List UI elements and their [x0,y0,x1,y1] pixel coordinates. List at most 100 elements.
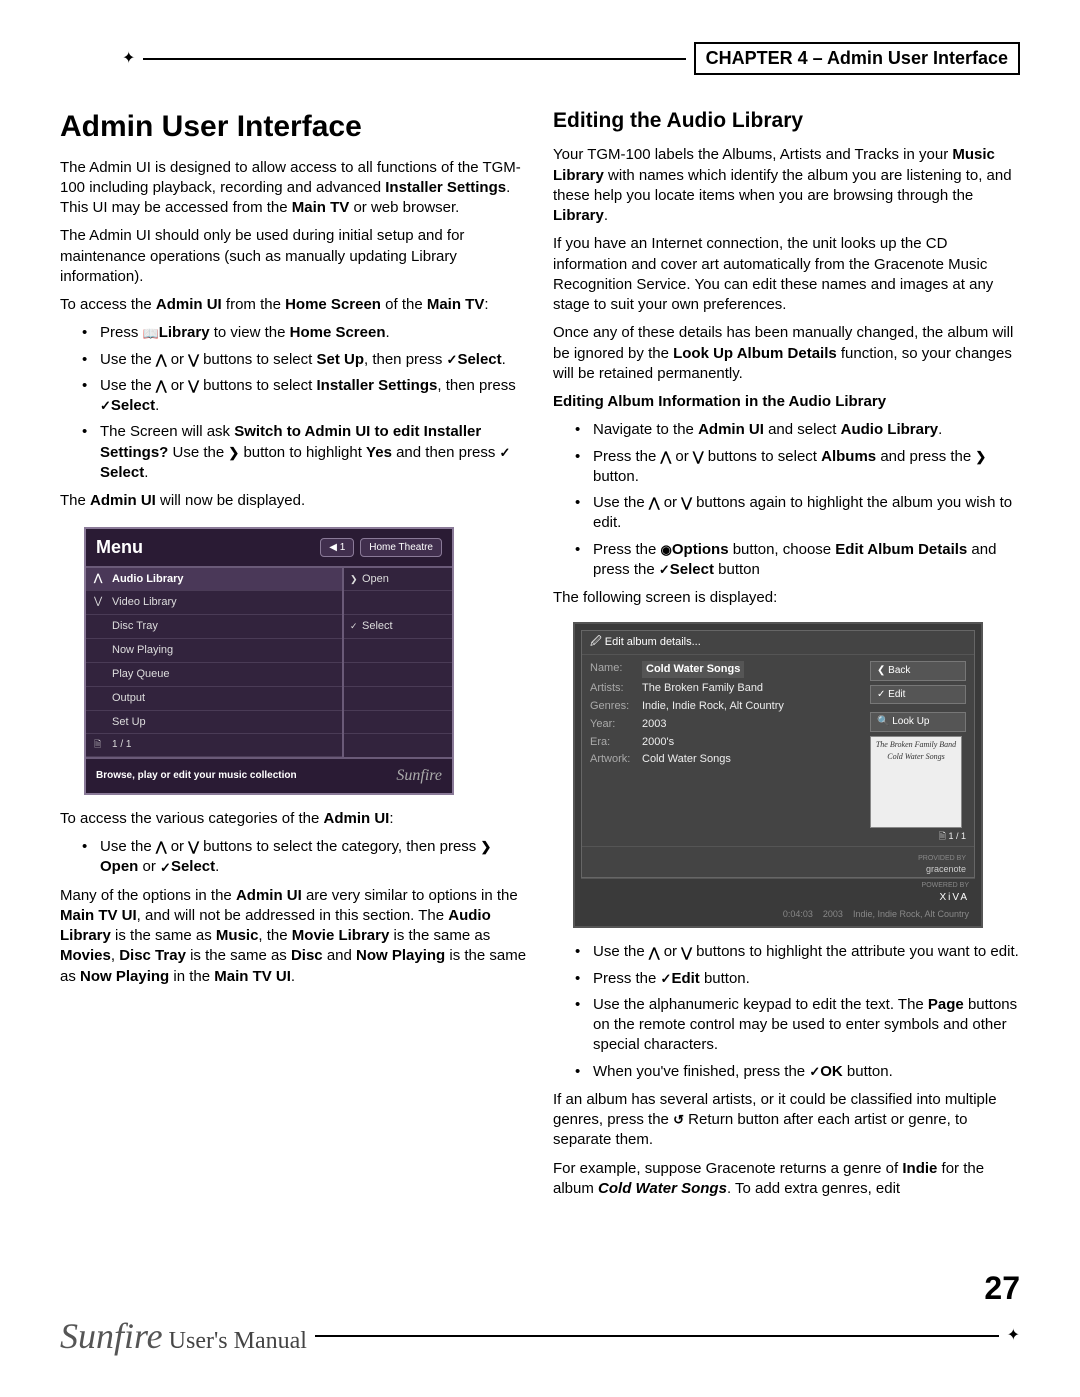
paragraph: If an album has several artists, or it c… [553,1090,1020,1151]
list-item: Press the ⋀ or ⋁ buttons to select Album… [575,447,1020,488]
gracenote-label: gracenote [926,864,966,874]
intro-paragraph: The Admin UI is designed to allow access… [60,158,527,219]
library-icon: 📖 [143,325,159,343]
section-heading: Editing the Audio Library [553,107,1020,135]
list-item: Use the alphanumeric keypad to edit the … [575,995,1020,1056]
menu-item-video: ⋁Video Library [86,591,342,615]
edit-title: 🖉 Edit album details... [582,631,974,655]
right-column: Editing the Audio Library Your TGM-100 l… [553,107,1020,1207]
access-steps: Press 📖Library to view the Home Screen. … [60,323,527,483]
header-star-left: ✦ [122,48,135,68]
menu-blank [344,711,452,735]
list-item: Use the ⋀ or ⋁ buttons to select the cat… [82,837,527,878]
down-icon: ⋁ [693,448,704,466]
check-icon: ✓ [447,351,458,369]
paragraph: If you have an Internet connection, the … [553,234,1020,315]
list-item: The Screen will ask Switch to Admin UI t… [82,422,527,483]
menu-item: Output [86,687,342,711]
up-icon: ⋀ [649,494,660,512]
paragraph: Your TGM-100 labels the Albums, Artists … [553,145,1020,226]
left-column: Admin User Interface The Admin UI is des… [60,107,527,1207]
back-button: ❮ Back [870,661,966,681]
similarity-paragraph: Many of the options in the Admin UI are … [60,886,527,987]
up-icon: ⋀ [156,351,167,369]
speaker-pill: ◀ 1 [320,538,354,558]
edit-row-artists: Artists:The Broken Family Band [590,681,864,696]
access-paragraph: To access the Admin UI from the Home Scr… [60,295,527,315]
usage-paragraph: The Admin UI should only be used during … [60,226,527,287]
list-item: When you've finished, press the ✓OK butt… [575,1062,1020,1082]
header-rule: ✦ CHAPTER 4 – Admin User Interface [60,42,1020,75]
subheading: Editing Album Information in the Audio L… [553,392,1020,412]
menu-blank [344,591,452,615]
list-item: Press the ✓Edit button. [575,969,1020,989]
menu-item: Set Up [86,711,342,735]
paragraph: The following screen is displayed: [553,588,1020,608]
menu-title: Menu [96,535,143,559]
list-item: Press 📖Library to view the Home Screen. [82,323,527,343]
powered-by-label: POWERED BY [587,881,969,890]
check-icon: ✓ [659,561,670,579]
edit-row-year: Year:2003 [590,717,864,732]
list-item: Use the ⋀ or ⋁ buttons to select Install… [82,376,527,417]
edit-row-genres: Genres:Indie, Indie Rock, Alt Country [590,699,864,714]
paragraph: For example, suppose Gracenote returns a… [553,1159,1020,1200]
page-title: Admin User Interface [60,107,527,148]
categories-paragraph: To access the various categories of the … [60,809,527,829]
menu-brand: Sunfire [396,765,442,787]
down-icon: ⋁ [188,377,199,395]
result-paragraph: The Admin UI will now be displayed. [60,491,527,511]
menu-blank [344,687,452,711]
check-icon: ✓ [100,397,111,415]
menu-blank [344,663,452,687]
footer-brand: Sunfire User's Manual [60,1315,307,1357]
down-icon: ⋁ [188,351,199,369]
up-icon: ⋀ [156,838,167,856]
menu-item: Now Playing [86,639,342,663]
check-icon: ✓ [809,1063,820,1081]
lookup-button: 🔍 Look Up [870,712,966,732]
provided-by-label: PROVIDED BY [918,855,966,862]
right-icon: ❯ [480,838,491,856]
edit-steps-1: Navigate to the Admin UI and select Audi… [553,420,1020,580]
menu-page: 🗎1 / 1 [86,734,342,757]
edit-button: ✓ Edit [870,685,966,705]
menu-screenshot: Menu ◀ 1 Home Theatre ⋀Audio Library ⋁Vi… [84,527,454,795]
list-item: Press the ◉Options button, choose Edit A… [575,540,1020,581]
edit-row-artwork: Artwork:Cold Water Songs [590,752,864,767]
edit-steps-2: Use the ⋀ or ⋁ buttons to highlight the … [553,942,1020,1082]
menu-item-audio: ⋀Audio Library [86,568,342,592]
list-item: Use the ⋀ or ⋁ buttons to highlight the … [575,942,1020,962]
list-item: Use the ⋀ or ⋁ buttons again to highligh… [575,493,1020,534]
right-icon: ❯ [975,448,986,466]
up-icon: ⋀ [649,944,660,962]
check-icon: ✓ [500,444,511,462]
menu-blank [344,639,452,663]
down-icon: ⋁ [188,838,199,856]
menu-item: Disc Tray [86,615,342,639]
check-icon: ✓ [661,970,672,988]
location-pill: Home Theatre [360,538,442,558]
page-number: 27 [60,1270,1020,1307]
edit-page: 🗎 1 / 1 [582,830,974,846]
up-icon: ⋀ [156,377,167,395]
footer-star-right: ✦ [1007,1325,1020,1345]
edit-album-screenshot: 🖉 Edit album details... Name:Cold Water … [573,622,983,928]
menu-blank [344,734,452,757]
paragraph: Once any of these details has been manua… [553,323,1020,384]
menu-footer-text: Browse, play or edit your music collecti… [96,769,297,783]
list-item: Navigate to the Admin UI and select Audi… [575,420,1020,440]
album-cover: The Broken Family Band Cold Water Songs [870,736,962,828]
xiva-label: XiVA [940,892,970,903]
return-icon: ↺ [673,1111,684,1129]
menu-action-open: ❯Open [344,568,452,592]
up-icon: ⋀ [661,448,672,466]
right-icon: ❯ [228,444,239,462]
chapter-label: CHAPTER 4 – Admin User Interface [694,42,1020,75]
down-icon: ⋁ [681,944,692,962]
options-icon: ◉ [661,541,672,559]
categories-steps: Use the ⋀ or ⋁ buttons to select the cat… [60,837,527,878]
menu-action-select: ✓Select [344,615,452,639]
menu-item: Play Queue [86,663,342,687]
edit-row-name: Name:Cold Water Songs [590,661,864,678]
